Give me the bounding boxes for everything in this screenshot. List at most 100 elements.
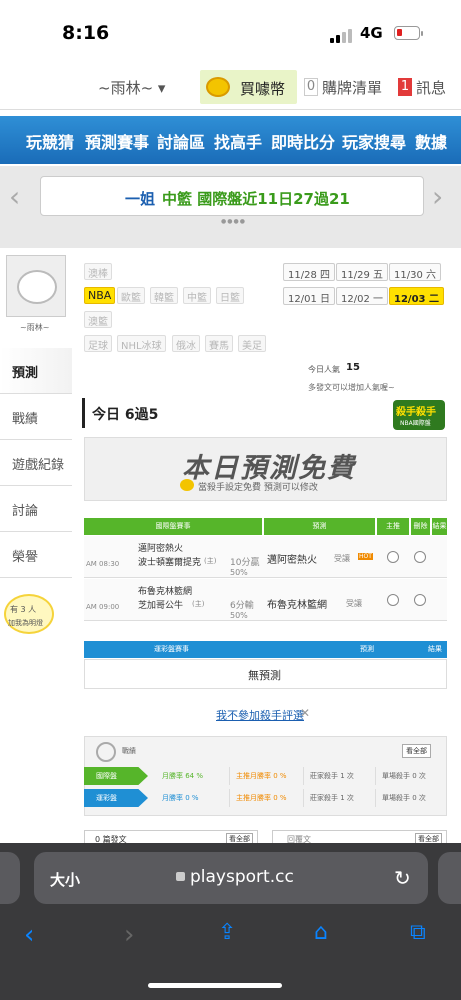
network-label: 4G xyxy=(360,24,383,42)
carousel-dots: ●●●● xyxy=(221,218,246,225)
record-single-killer: 單場殺手 0 次 xyxy=(382,772,426,780)
nav-item-forum[interactable]: 討論區 xyxy=(157,129,205,153)
tab-record[interactable]: 戰績 xyxy=(0,394,72,440)
date-1129[interactable]: 11/29 五 xyxy=(336,263,388,281)
banner-name[interactable]: 一姐 xyxy=(125,188,155,209)
back-icon[interactable]: ‹ xyxy=(24,920,34,950)
bookmarks-icon[interactable]: ⌂ xyxy=(314,920,328,945)
sport-nba[interactable]: NBA xyxy=(84,287,116,304)
date-1128[interactable]: 11/28 四 xyxy=(283,263,335,281)
forward-icon[interactable]: › xyxy=(124,920,134,950)
tab-discussion[interactable]: 討論 xyxy=(0,486,72,532)
sport-jp-basketball[interactable]: 日籃 xyxy=(216,287,244,304)
hot-badge: HOT xyxy=(358,553,373,560)
nav-item-livescore[interactable]: 即時比分 xyxy=(271,129,335,153)
col-result: 結果 xyxy=(431,518,447,535)
today-accent xyxy=(82,398,85,428)
sport-kor-basketball[interactable]: 韓籃 xyxy=(150,287,178,304)
chevron-left-icon[interactable]: ‹ xyxy=(9,180,20,213)
date-1130[interactable]: 11/30 六 xyxy=(389,263,441,281)
coin-icon xyxy=(206,77,230,97)
main-pick-radio[interactable] xyxy=(387,551,399,563)
text-size-button[interactable]: 大小 xyxy=(50,869,80,890)
home-mark: (主) xyxy=(204,557,217,565)
opt-out-link[interactable]: 我不參加殺手評選 xyxy=(216,707,304,723)
close-icon[interactable]: ✕ xyxy=(300,706,310,720)
nav-item-predict[interactable]: 預測賽事 xyxy=(85,129,149,153)
next-tab-peek[interactable] xyxy=(438,852,461,904)
col-lottery-result: 結果 xyxy=(428,645,442,653)
cart-count: 0 xyxy=(304,78,318,96)
target-icon xyxy=(96,742,116,762)
sport-nhl[interactable]: NHL冰球 xyxy=(117,335,166,352)
message-count-badge: 1 xyxy=(398,78,412,96)
team-home: 邁阿密熱火 xyxy=(138,544,184,554)
main-nav: 玩競猜 預測賽事 討論區 找高手 即時比分 玩家搜尋 數據 xyxy=(0,116,461,164)
home-mark: (主) xyxy=(192,600,205,608)
avatar[interactable] xyxy=(6,255,66,317)
battery-icon xyxy=(394,26,420,40)
record-win-rate: 月勝率 64 % xyxy=(158,767,230,785)
sport-american-football[interactable]: 美足 xyxy=(238,335,266,352)
avatar-name: ~雨林~ xyxy=(20,323,50,332)
handicap-pct: 50% xyxy=(230,611,248,620)
date-1201[interactable]: 12/01 日 xyxy=(283,287,335,305)
col-lottery-pick: 預測 xyxy=(360,645,374,653)
table-row: AM 08:30 邁阿密熱火 波士頓塞爾提克 (主) 10分贏 50% 邁阿密熱… xyxy=(84,536,447,578)
fans-label: 加我為明燈 xyxy=(8,619,43,627)
prev-tab-peek[interactable] xyxy=(0,852,20,904)
pick-tag: 受讓 xyxy=(334,554,350,563)
sport-horse-racing[interactable]: 賽馬 xyxy=(205,335,233,352)
handicap: 6分輸 xyxy=(230,601,254,611)
no-prediction-text: 無預測 xyxy=(248,669,281,682)
badge-title: 殺手殺手 xyxy=(396,407,436,418)
tab-honor[interactable]: 榮譽 xyxy=(0,532,72,578)
team-away: 芝加哥公牛 xyxy=(138,601,184,611)
lottery-table-header: 運彩盤賽事 預測 結果 xyxy=(84,641,447,658)
table-row: AM 09:00 布魯克林籃網 芝加哥公牛 (主) 6分輸 50% 布魯克林籃網… xyxy=(84,579,447,621)
record-tag-intl: 國際盤 xyxy=(84,767,148,785)
url-text[interactable]: playsport.cc xyxy=(190,867,294,887)
reload-icon[interactable]: ↻ xyxy=(394,866,411,890)
messages-link[interactable]: 訊息 xyxy=(416,77,446,98)
sport-soccer[interactable]: 足球 xyxy=(84,335,112,352)
tab-game-log[interactable]: 遊戲紀錄 xyxy=(0,440,72,486)
cart-link[interactable]: 購牌清單 xyxy=(322,77,382,98)
date-1203[interactable]: 12/03 二 xyxy=(389,287,444,305)
coin-icon xyxy=(180,479,194,491)
record-banker-killer: 莊家殺手 1 次 xyxy=(306,767,376,785)
chevron-right-icon[interactable]: › xyxy=(432,180,443,213)
date-1202[interactable]: 12/02 一 xyxy=(336,287,388,305)
sport-euro-basketball[interactable]: 歐籃 xyxy=(117,287,145,304)
delete-radio[interactable] xyxy=(414,551,426,563)
nav-item-stats[interactable]: 數據 xyxy=(415,129,447,153)
popularity-value: 15 xyxy=(346,362,360,373)
match-time: AM 09:00 xyxy=(86,603,120,611)
user-menu[interactable]: ~雨林~ ▾ xyxy=(98,77,165,98)
home-indicator xyxy=(148,983,282,988)
sport-aus-basketball[interactable]: 澳籃 xyxy=(84,311,112,328)
record-title: 戰績 xyxy=(122,747,136,755)
sport-aus-baseball[interactable]: 澳棒 xyxy=(84,263,112,280)
signal-icon xyxy=(330,29,354,43)
record-banker-killer: 莊家殺手 1 次 xyxy=(306,789,376,807)
nav-item-experts[interactable]: 找高手 xyxy=(214,129,262,153)
buy-coins-label[interactable]: 買噱幣 xyxy=(240,78,285,99)
tab-predict[interactable]: 預測 xyxy=(0,348,72,394)
view-all-button[interactable]: 看全部 xyxy=(402,744,431,758)
col-pick: 預測 xyxy=(263,518,375,535)
tabs-icon[interactable]: ⧉ xyxy=(410,920,426,945)
share-icon[interactable]: ⇪ xyxy=(218,920,236,945)
delete-radio[interactable] xyxy=(414,594,426,606)
nav-item-guess[interactable]: 玩競猜 xyxy=(26,129,74,153)
record-main-rate: 主推月勝率 0 % xyxy=(232,789,304,807)
main-pick-radio[interactable] xyxy=(387,594,399,606)
banner-text[interactable]: 中籃 國際盤近11日27過21 xyxy=(162,188,350,209)
record-single-killer: 單場殺手 0 次 xyxy=(382,794,426,802)
sport-russian-hockey[interactable]: 俄冰 xyxy=(172,335,200,352)
sport-cn-basketball[interactable]: 中籃 xyxy=(183,287,211,304)
handicap-pct: 50% xyxy=(230,568,248,577)
nav-item-player-search[interactable]: 玩家搜尋 xyxy=(342,129,406,153)
clock: 8:16 xyxy=(62,22,110,44)
col-delete: 刪除 xyxy=(410,518,430,535)
